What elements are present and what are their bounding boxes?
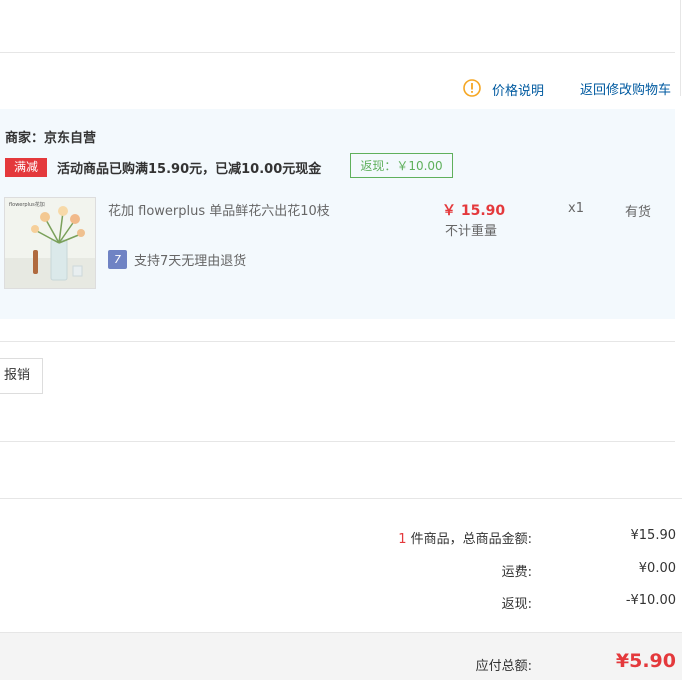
return-policy-link[interactable]: 支持7天无理由退货 [134, 250, 246, 269]
product-name-link[interactable]: 花加 flowerplus 单品鲜花六出花10枝 [108, 200, 330, 219]
merchant-label: 商家：京东自营 [5, 131, 97, 146]
product-price: ￥ 15.90 [442, 203, 506, 219]
price-note-link[interactable]: 价格说明 [492, 80, 544, 99]
item-count-suffix: 件商品，总商品金额: [406, 532, 532, 547]
promo-text: 活动商品已购满15.90元，已减10.00元现金 [57, 162, 322, 177]
product-weight: 不计重量 [445, 224, 498, 239]
rebate-badge: 返现：￥10.00 [350, 153, 453, 178]
product-quantity: x1 [568, 201, 584, 216]
payable-value: ¥5.90 [615, 650, 676, 672]
shipping-value: ¥0.00 [638, 561, 676, 576]
product-image-caption: flowerplus花加 [9, 202, 45, 208]
top-divider [0, 52, 675, 53]
cashback-value: -¥10.00 [625, 593, 676, 608]
info-icon[interactable] [462, 78, 482, 98]
reimburse-button[interactable]: 报销 [0, 358, 43, 394]
back-to-cart-link[interactable]: 返回修改购物车 [580, 79, 671, 98]
product-image[interactable]: flowerplus花加 [4, 197, 96, 289]
section-divider [0, 341, 675, 342]
section-divider-2 [0, 441, 675, 442]
shipping-label: 运费: [501, 565, 532, 580]
payable-label: 应付总额: [475, 659, 532, 674]
summary-top-divider [0, 498, 682, 499]
stock-status: 有货 [625, 205, 652, 220]
goods-total-value: ¥15.90 [630, 528, 677, 543]
goods-total-label: 1 件商品，总商品金额: [398, 528, 532, 547]
cashback-label: 返现: [501, 597, 532, 612]
return-7day-icon: 7 [108, 250, 127, 269]
right-scroll-edge [680, 0, 681, 96]
promo-tag: 满减 [5, 158, 47, 177]
payable-bar [0, 632, 682, 680]
